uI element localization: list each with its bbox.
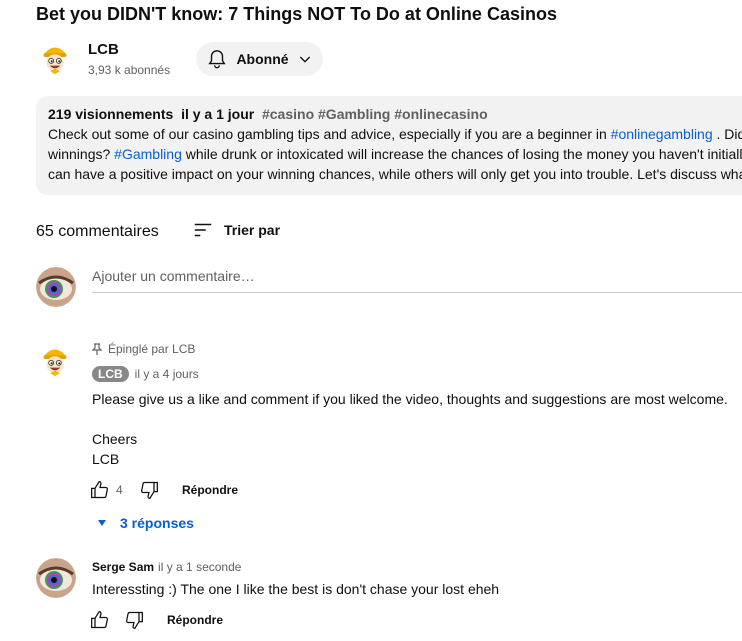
subscriber-count: 3,93 k abonnés <box>88 63 171 77</box>
subscribe-button[interactable]: Abonné <box>196 42 323 76</box>
tag-link[interactable]: #casino <box>262 106 314 122</box>
hashtag-link[interactable]: #onlinegambling <box>611 126 713 142</box>
comment-time[interactable]: il y a 1 seconde <box>158 560 241 574</box>
tag-link[interactable]: #Gambling <box>318 106 390 122</box>
hashtag-link[interactable]: #Gambling <box>114 146 182 162</box>
comment-avatar[interactable] <box>36 558 76 598</box>
subscribe-label: Abonné <box>236 51 289 67</box>
reply-button[interactable]: Répondre <box>182 483 238 497</box>
dislike-icon[interactable] <box>124 610 144 630</box>
reply-button[interactable]: Répondre <box>167 613 223 627</box>
pin-icon <box>92 343 102 355</box>
replies-label: 3 réponses <box>120 515 194 531</box>
bell-icon <box>208 50 227 69</box>
comment-actions <box>90 610 144 630</box>
dislike-icon[interactable] <box>139 480 159 500</box>
sort-label: Trier par <box>224 222 281 238</box>
comment-time[interactable]: il y a 4 jours <box>135 367 199 381</box>
like-icon[interactable] <box>90 480 110 500</box>
like-count: 4 <box>116 483 123 497</box>
caret-down-icon <box>98 520 106 526</box>
user-avatar <box>36 267 76 307</box>
comment-header: Serge Sam il y a 1 seconde <box>92 560 241 574</box>
add-comment-input[interactable]: Ajouter un commentaire… <box>92 268 742 293</box>
upload-age: il y a 1 jour <box>181 106 255 122</box>
tag-link[interactable]: #onlinecasino <box>394 106 487 122</box>
comment-avatar[interactable] <box>36 341 74 379</box>
comment-text: Cheers <box>92 431 138 447</box>
description-line: Check out some of our casino gambling ti… <box>48 126 742 142</box>
channel-avatar[interactable] <box>36 39 74 77</box>
comment-text: Please give us a like and comment if you… <box>92 391 728 407</box>
comment-header: LCB il y a 4 jours <box>92 366 199 382</box>
comment-text: Interessting :) The one I like the best … <box>92 581 500 597</box>
description-line: can have a positive impact on your winni… <box>48 166 742 182</box>
comment-count: 65 commentaires <box>36 223 159 240</box>
description-line: winnings? #Gambling while drunk or intox… <box>48 146 742 162</box>
channel-name[interactable]: LCB <box>88 41 119 58</box>
view-count: 219 visionnements <box>48 106 174 122</box>
description-meta: 219 visionnements il y a 1 jour #casino … <box>48 106 488 122</box>
pinned-label: Épinglé par LCB <box>92 342 195 356</box>
sort-button[interactable]: Trier par <box>192 219 280 241</box>
like-icon[interactable] <box>90 610 110 630</box>
sort-icon <box>194 223 212 237</box>
show-replies-button[interactable]: 3 réponses <box>96 515 194 531</box>
comment-author[interactable]: Serge Sam <box>92 560 154 574</box>
comment-actions: 4 <box>90 480 159 500</box>
author-badge[interactable]: LCB <box>92 366 129 382</box>
comment-text: LCB <box>92 451 120 467</box>
video-title: Bet you DIDN'T know: 7 Things NOT To Do … <box>36 4 557 24</box>
chevron-down-icon <box>299 56 310 63</box>
